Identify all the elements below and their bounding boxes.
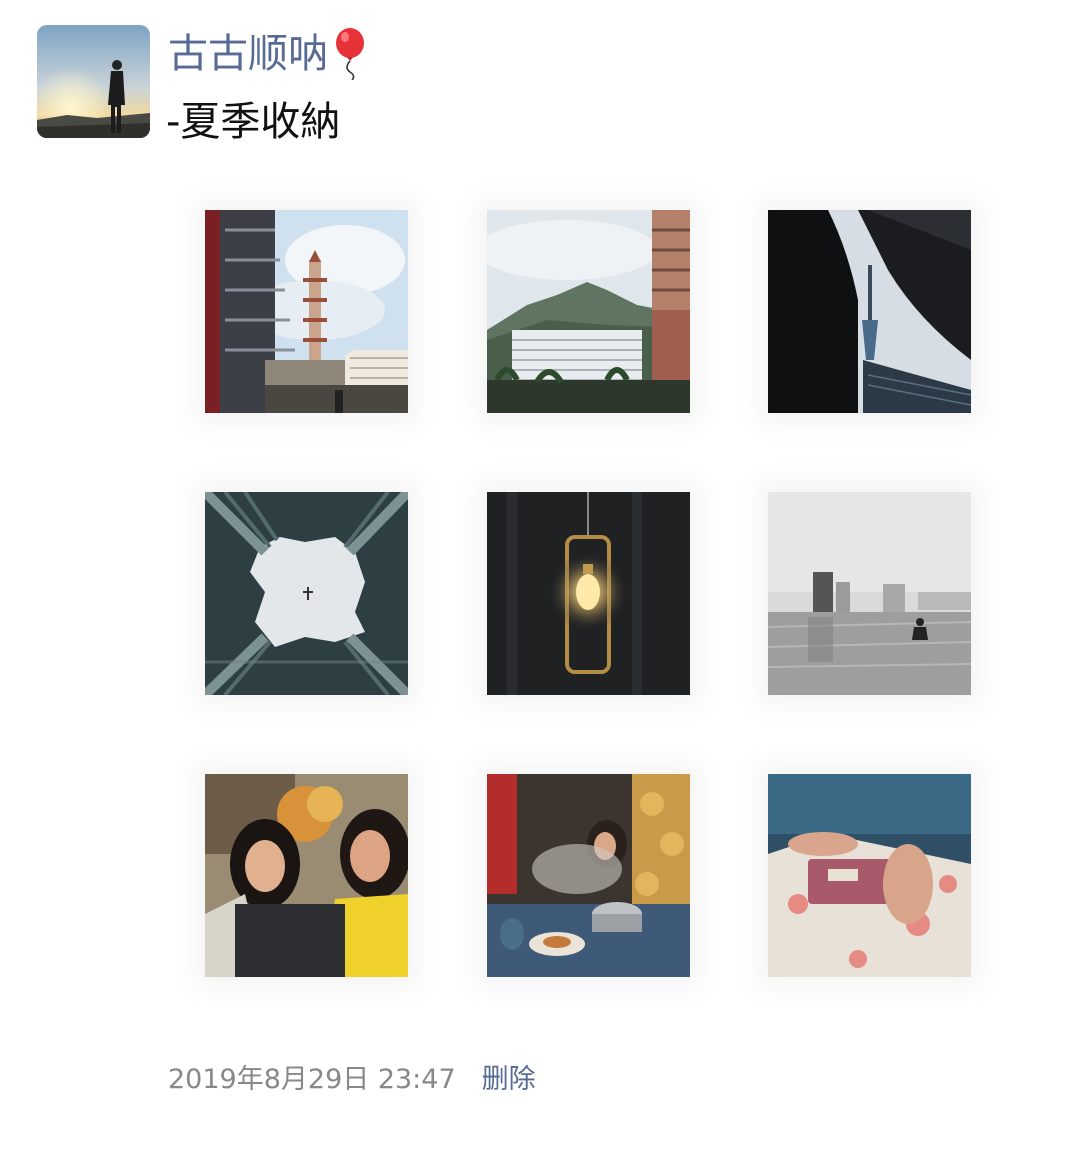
photo-3[interactable] (768, 210, 971, 413)
photo-4[interactable] (205, 492, 408, 695)
balloon-icon (332, 26, 368, 95)
author-name[interactable]: 古古顺呐 (168, 26, 368, 82)
delete-button[interactable]: 删除 (482, 1064, 536, 1095)
avatar[interactable] (37, 25, 150, 138)
photo-7[interactable] (205, 774, 408, 977)
post-caption: -夏季收納 (166, 99, 341, 145)
author-name-text: 古古顺呐 (168, 31, 328, 77)
post-timestamp: 2019年8月29日 23:47 (168, 1064, 456, 1095)
photo-5[interactable] (487, 492, 690, 695)
photo-1[interactable] (205, 210, 408, 413)
post-meta: 2019年8月29日 23:47 删除 (168, 1060, 536, 1100)
photo-9[interactable] (768, 774, 971, 977)
photo-6[interactable] (768, 492, 971, 695)
photo-8[interactable] (487, 774, 690, 977)
photo-2[interactable] (487, 210, 690, 413)
